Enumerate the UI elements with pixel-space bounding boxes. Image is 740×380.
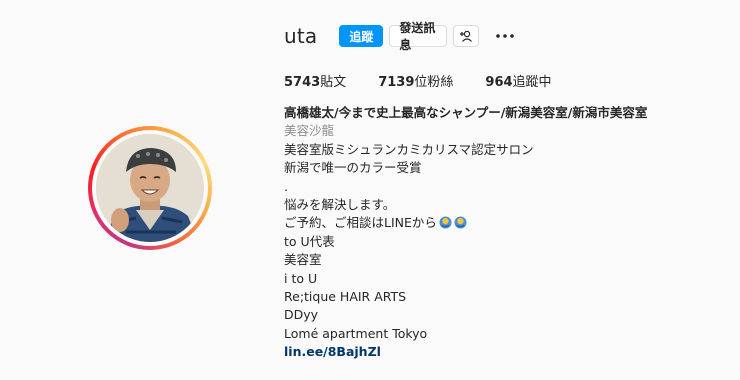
- bio-line: 悩みを解決します。: [284, 196, 396, 212]
- posts-count: 5743: [284, 75, 321, 90]
- bio-line: 美容室: [284, 252, 322, 268]
- profile-header: uta 追蹤 發送訊息: [284, 21, 515, 52]
- bio-line: to U代表: [284, 233, 335, 249]
- profile-bio: 高橋雄太/今まで史上最高なシャンプー/新潟美容室/新潟市美容室 美容沙龍 美容室…: [284, 104, 724, 361]
- bio-line: Lomé apartment Tokyo: [284, 325, 428, 341]
- profile-photo: [96, 134, 204, 242]
- category-label: 美容沙龍: [284, 123, 335, 139]
- posts-label: 貼文: [320, 75, 347, 90]
- full-name: 高橋雄太/今まで史上最高なシャンプー/新潟美容室/新潟市美容室: [284, 105, 648, 120]
- add-person-icon: [460, 30, 473, 42]
- following-count: 964: [485, 75, 513, 90]
- bowing-person-icon: [454, 216, 467, 229]
- more-options-button[interactable]: [495, 26, 515, 46]
- following-stat[interactable]: 964追蹤中: [485, 71, 551, 90]
- story-ring[interactable]: [88, 126, 212, 250]
- bio-line: Re;tique HAIR ARTS: [284, 288, 407, 304]
- external-link[interactable]: lin.ee/8BajhZl: [284, 343, 724, 361]
- bio-line: 新潟で唯一のカラー受賞: [284, 160, 422, 176]
- following-label: 追蹤中: [512, 75, 552, 90]
- followers-label: 位粉絲: [414, 75, 454, 90]
- profile-page: uta 追蹤 發送訊息 5743貼文 7139位粉絲 964追蹤中 高橋雄太/今…: [0, 0, 740, 380]
- message-button[interactable]: 發送訊息: [389, 21, 448, 52]
- followers-stat[interactable]: 7139位粉絲: [378, 71, 453, 90]
- bio-line-with-emoji: ご予約、ご相談はLINEから: [284, 214, 724, 232]
- bio-line: DDyy: [284, 307, 319, 323]
- avatar[interactable]: [96, 134, 204, 242]
- profile-stats: 5743貼文 7139位粉絲 964追蹤中: [284, 71, 584, 90]
- bio-line: ご予約、ご相談はLINEから: [284, 215, 437, 231]
- username: uta: [284, 24, 318, 48]
- bio-line: i to U: [284, 270, 318, 286]
- bio-line: .: [284, 178, 288, 194]
- followers-count: 7139: [378, 75, 415, 90]
- bowing-person-icon: [439, 216, 452, 229]
- bio-line: 美容室版ミシュランカミカリスマ認定サロン: [284, 141, 534, 157]
- more-horizontal-icon: [496, 34, 515, 38]
- follow-button[interactable]: 追蹤: [339, 25, 384, 47]
- suggest-button[interactable]: [453, 25, 480, 47]
- posts-stat: 5743貼文: [284, 71, 346, 90]
